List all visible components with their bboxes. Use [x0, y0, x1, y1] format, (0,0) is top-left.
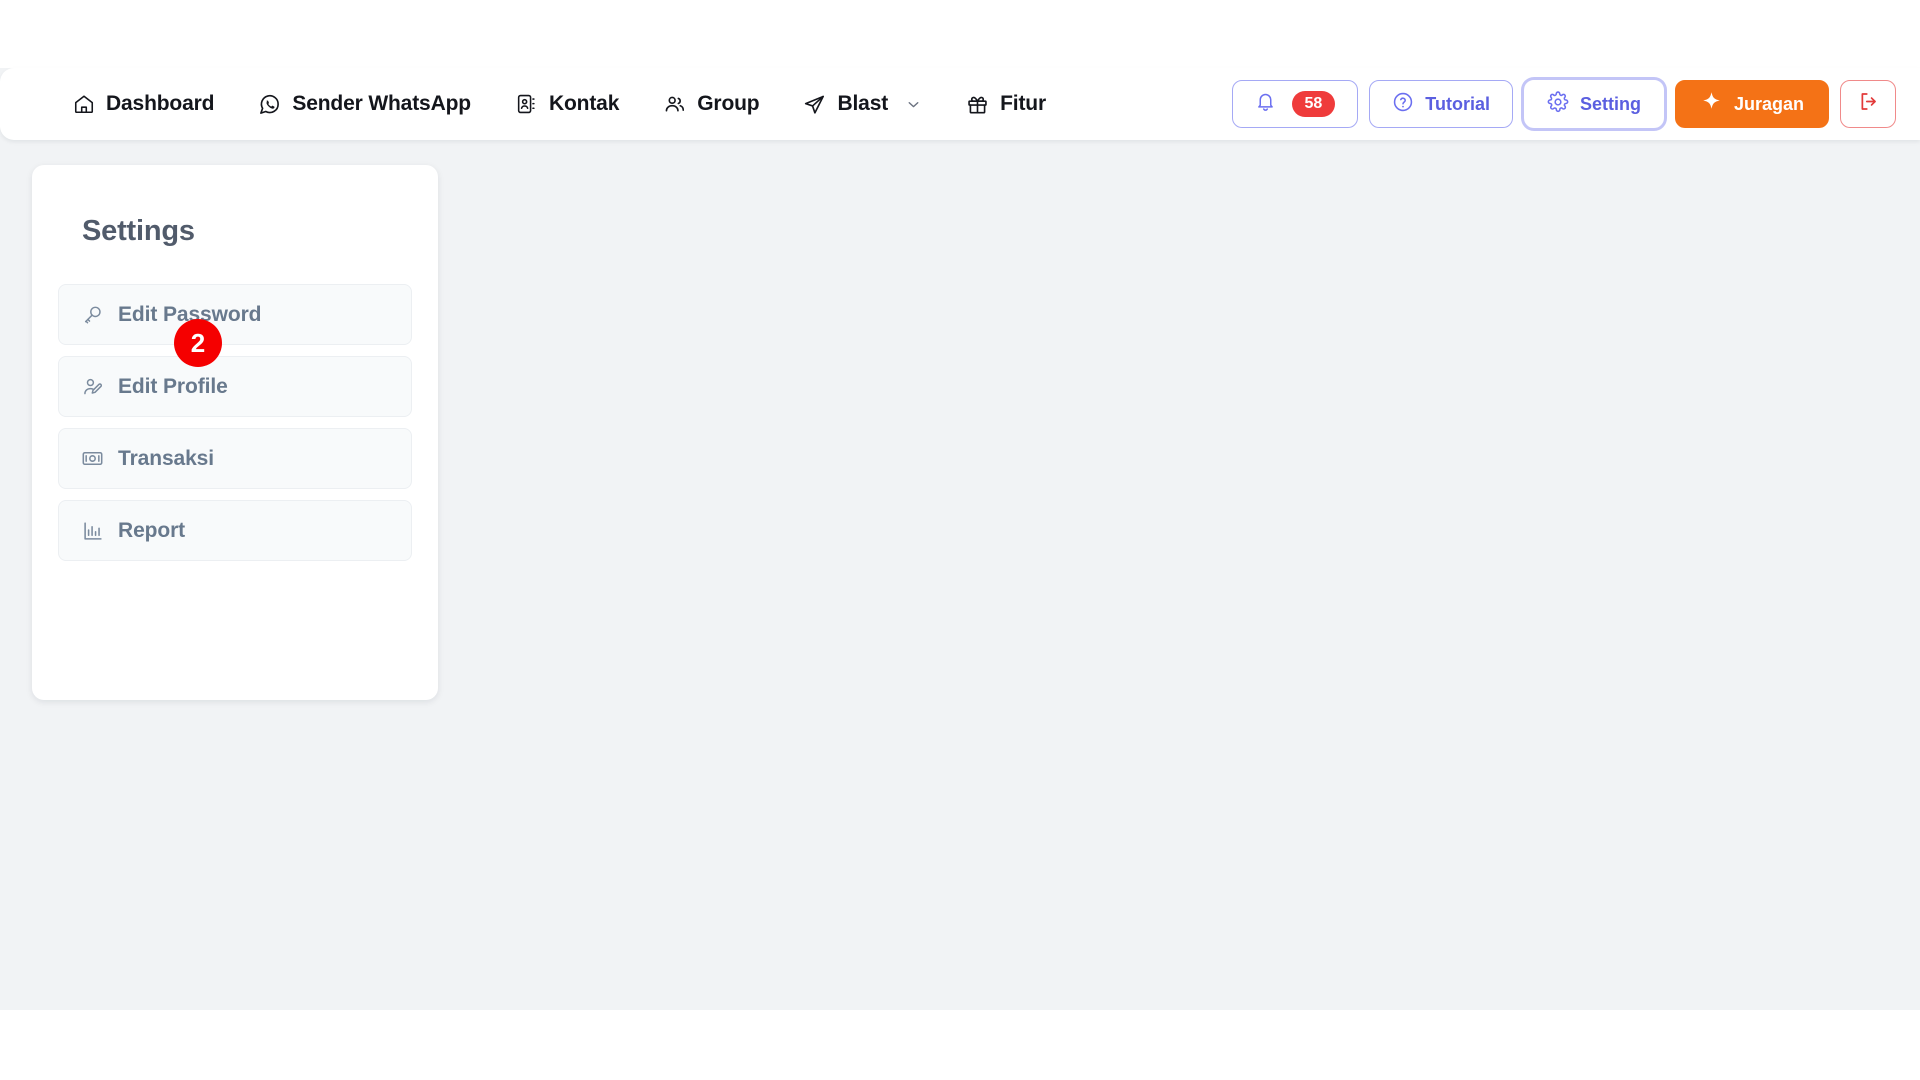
juragan-button[interactable]: Juragan: [1674, 80, 1829, 128]
banknote-icon: [81, 447, 104, 470]
paper-plane-icon: [803, 93, 826, 116]
main-navbar: Dashboard Sender WhatsApp Kontak Group B…: [0, 68, 1920, 140]
settings-item-report[interactable]: Report: [58, 500, 412, 561]
settings-item-edit-profile[interactable]: Edit Profile: [58, 356, 412, 417]
users-group-icon: [663, 93, 686, 116]
tutorial-label: Tutorial: [1425, 93, 1490, 114]
key-icon: [81, 303, 104, 326]
juragan-label: Juragan: [1733, 93, 1804, 114]
nav-item-fitur[interactable]: Fitur: [944, 86, 1068, 122]
setting-button[interactable]: Setting: [1523, 80, 1664, 128]
app-page: Dashboard Sender WhatsApp Kontak Group B…: [0, 0, 1920, 1080]
bottom-strip: [0, 1010, 1920, 1080]
nav-item-group[interactable]: Group: [641, 86, 781, 122]
nav-item-label: Group: [697, 92, 760, 115]
step-marker-2: 2: [174, 319, 222, 367]
nav-item-sender-whatsapp[interactable]: Sender WhatsApp: [236, 86, 493, 122]
user-edit-icon: [81, 375, 104, 398]
settings-card: Settings Edit Password Edit Profile Tran…: [32, 165, 438, 700]
nav-item-label: Sender WhatsApp: [292, 92, 471, 115]
nav-item-kontak[interactable]: Kontak: [493, 86, 641, 122]
nav-item-dashboard[interactable]: Dashboard: [50, 86, 236, 122]
question-circle-icon: [1392, 91, 1414, 118]
logout-button[interactable]: [1840, 80, 1896, 128]
settings-item-transaksi[interactable]: Transaksi: [58, 428, 412, 489]
nav-item-label: Kontak: [548, 92, 620, 115]
bell-icon: [1255, 91, 1276, 117]
chevron-down-icon[interactable]: [905, 96, 922, 113]
whatsapp-icon: [258, 93, 281, 116]
navbar-links: Dashboard Sender WhatsApp Kontak Group B…: [50, 86, 1068, 122]
nav-item-label: Dashboard: [106, 92, 215, 115]
notification-badge: 58: [1291, 90, 1336, 118]
nav-item-label: Fitur: [1000, 92, 1046, 115]
settings-item-label: Transaksi: [118, 446, 214, 470]
contact-book-icon: [515, 93, 538, 116]
star-icon: [1700, 90, 1723, 118]
tutorial-button[interactable]: Tutorial: [1369, 80, 1513, 128]
settings-item-label: Edit Profile: [118, 374, 228, 398]
settings-item-edit-password[interactable]: Edit Password: [58, 284, 412, 345]
page-title: Settings: [82, 215, 195, 247]
settings-menu-list: Edit Password Edit Profile Transaksi Rep…: [58, 284, 412, 561]
home-icon: [72, 93, 95, 116]
bar-chart-icon: [81, 519, 104, 542]
navbar-actions: 58 Tutorial Setting Juragan: [1231, 80, 1896, 128]
nav-item-label: Blast: [837, 92, 889, 115]
setting-label: Setting: [1579, 93, 1641, 114]
gift-icon: [966, 93, 989, 116]
top-strip: [0, 0, 1920, 68]
nav-item-blast[interactable]: Blast: [781, 86, 944, 122]
notification-button[interactable]: 58: [1231, 80, 1359, 128]
logout-icon: [1857, 90, 1880, 118]
settings-item-label: Report: [118, 518, 186, 542]
gear-icon: [1547, 90, 1569, 118]
